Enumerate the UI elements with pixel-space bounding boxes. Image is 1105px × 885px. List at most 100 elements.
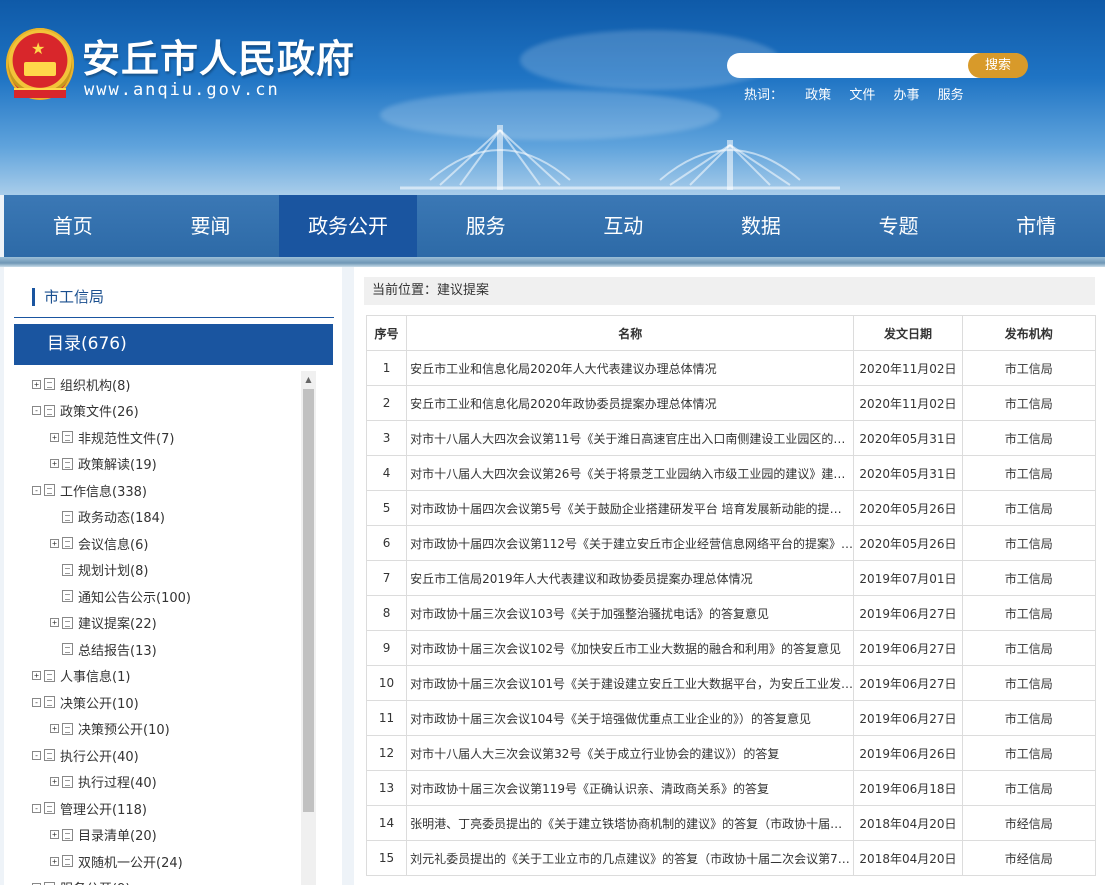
catalog-header[interactable]: 目录(676): [14, 324, 333, 365]
document-title-link[interactable]: 对市十八届人大三次会议第32号《关于成立行业协会的建议》）的答复: [406, 735, 855, 771]
tree-item-label[interactable]: 会议信息(6): [78, 534, 148, 553]
tree-item[interactable]: 总结报告(13): [14, 636, 310, 663]
nav-item-services[interactable]: 服务: [417, 195, 555, 257]
tree-item-label[interactable]: 通知公告公示(100): [78, 587, 191, 606]
document-title-link[interactable]: 刘元礼委员提出的《关于工业立市的几点建议》的答复（市政协十届二次会议第7号）: [406, 840, 855, 876]
nav-item-city-info[interactable]: 市情: [967, 195, 1105, 257]
hot-word-link[interactable]: 办事: [893, 88, 919, 103]
nav-item-data[interactable]: 数据: [692, 195, 830, 257]
tree-item-label[interactable]: 规划计划(8): [78, 560, 148, 579]
tree-item[interactable]: 规划计划(8): [14, 557, 310, 584]
tree-item-label[interactable]: 决策预公开(10): [78, 719, 170, 738]
scroll-thumb[interactable]: [303, 389, 314, 812]
document-title-link[interactable]: 对市政协十届三次会议104号《关于培强做优重点工业企业的》）的答复意见: [406, 700, 855, 736]
tree-item-label[interactable]: 目录清单(20): [78, 825, 157, 844]
tree-item[interactable]: + 执行过程(40): [14, 769, 310, 796]
tree-item[interactable]: - 工作信息(338): [14, 477, 310, 504]
tree-item-label[interactable]: 决策公开(10): [60, 693, 139, 712]
publish-date: 2020年05月31日: [853, 420, 963, 456]
tree-item-label[interactable]: 非规范性文件(7): [78, 428, 174, 447]
tree-item[interactable]: + 双随机一公开(24): [14, 848, 310, 875]
row-index: 14: [365, 805, 408, 841]
tree-item-label[interactable]: 人事信息(1): [60, 666, 130, 685]
tree-item-label[interactable]: 双随机一公开(24): [78, 852, 183, 871]
tree-item[interactable]: 政务动态(184): [14, 504, 310, 531]
publish-date: 2019年06月27日: [853, 665, 963, 701]
hot-word-link[interactable]: 文件: [849, 88, 875, 103]
tree-item-label[interactable]: 组织机构(8): [60, 375, 130, 394]
expand-icon[interactable]: +: [32, 671, 41, 681]
tree-item[interactable]: 通知公告公示(100): [14, 583, 310, 610]
tree-item[interactable]: - 决策公开(10): [14, 689, 310, 716]
document-title-link[interactable]: 对市政协十届四次会议第5号《关于鼓励企业搭建研发平台 培育发展新动能的提案》的答…: [406, 490, 855, 526]
expand-icon[interactable]: +: [50, 459, 59, 469]
tree-item[interactable]: + 组织机构(8): [14, 371, 310, 398]
hot-word-link[interactable]: 政策: [805, 88, 831, 103]
collapse-icon[interactable]: -: [32, 803, 41, 813]
nav-item-topics[interactable]: 专题: [830, 195, 968, 257]
tree-item[interactable]: + 会议信息(6): [14, 530, 310, 557]
collapse-icon[interactable]: -: [32, 697, 41, 707]
publish-date: 2019年06月27日: [853, 595, 963, 631]
document-title-link[interactable]: 对市政协十届三次会议101号《关于建设建立安丘工业大数据平台，为安丘工业发展服务…: [406, 665, 855, 701]
collapse-icon[interactable]: -: [32, 406, 41, 416]
expand-icon[interactable]: +: [32, 379, 41, 389]
tree-item-label[interactable]: 执行公开(40): [60, 746, 139, 765]
tree-item[interactable]: - 管理公开(118): [14, 795, 310, 822]
tree-item[interactable]: - 政策文件(26): [14, 398, 310, 425]
tree-item[interactable]: + 建议提案(22): [14, 610, 310, 637]
tree-item[interactable]: + 决策预公开(10): [14, 716, 310, 743]
header-banner: ★ 安丘市人民政府 www.anqiu.gov.cn 搜索 热词： 政策 文件 …: [0, 0, 1105, 195]
document-title-link[interactable]: 对市政协十届四次会议第112号《关于建立安丘市企业经营信息网络平台的提案》的答复: [406, 525, 855, 561]
tree-item[interactable]: + 非规范性文件(7): [14, 424, 310, 451]
expand-icon[interactable]: +: [50, 724, 59, 734]
expand-icon[interactable]: +: [50, 538, 59, 548]
expand-icon[interactable]: +: [50, 830, 59, 840]
document-title-link[interactable]: 对市十八届人大四次会议第26号《关于将景芝工业园纳入市级工业园的建议》建议的答复: [406, 455, 855, 491]
document-title-link[interactable]: 对市政协十届三次会议102号《加快安丘市工业大数据的融合和利用》的答复意见: [406, 630, 855, 666]
nav-item-gov-affairs[interactable]: 政务公开: [279, 195, 417, 257]
nav-item-home[interactable]: 首页: [4, 195, 142, 257]
collapse-icon[interactable]: -: [32, 485, 41, 495]
tree-item-label[interactable]: 建议提案(22): [78, 613, 157, 632]
tree-item-label[interactable]: 政务动态(184): [78, 507, 165, 526]
tree-item-label[interactable]: 管理公开(118): [60, 799, 147, 818]
tree-item[interactable]: -服务公开(9): [14, 875, 310, 885]
document-title-link[interactable]: 安丘市工信局2019年人大代表建议和政协委员提案办理总体情况: [406, 560, 855, 596]
search-input[interactable]: [739, 53, 974, 78]
tree-item-label[interactable]: 政策解读(19): [78, 454, 157, 473]
tree-item-label[interactable]: 工作信息(338): [60, 481, 147, 500]
hot-word-link[interactable]: 服务: [938, 88, 964, 103]
table-row: 3对市十八届人大四次会议第11号《关于潍日高速官庄出入口南侧建设工业园区的建议》…: [365, 420, 1097, 456]
expand-icon[interactable]: +: [50, 856, 59, 866]
tree-item-label[interactable]: 总结报告(13): [78, 640, 157, 659]
expand-icon[interactable]: +: [50, 618, 59, 628]
tree-item-label[interactable]: 政策文件(26): [60, 401, 139, 420]
tree-item-label[interactable]: 服务公开(9): [60, 878, 130, 885]
breadcrumb: 当前位置：建议提案: [364, 277, 1095, 305]
expand-icon[interactable]: +: [50, 432, 59, 442]
document-title-link[interactable]: 张明港、丁亮委员提出的《关于建立铁塔协商机制的建议》的答复（市政协十届二次会议第…: [406, 805, 855, 841]
document-title-link[interactable]: 对市政协十届三次会议第119号《正确认识亲、清政商关系》的答复: [406, 770, 855, 806]
document-title-link[interactable]: 对市十八届人大四次会议第11号《关于潍日高速官庄出入口南侧建设工业园区的建议》的…: [406, 420, 855, 456]
tree-item[interactable]: + 人事信息(1): [14, 663, 310, 690]
tree-item[interactable]: - 执行公开(40): [14, 742, 310, 769]
national-emblem-icon: ★: [6, 28, 74, 100]
tree-scrollbar[interactable]: ▲: [301, 371, 316, 885]
tree-item-label[interactable]: 执行过程(40): [78, 772, 157, 791]
expand-icon[interactable]: +: [50, 777, 59, 787]
search-button[interactable]: 搜索: [968, 53, 1028, 78]
publisher: 市工信局: [961, 665, 1097, 701]
nav-item-news[interactable]: 要闻: [142, 195, 280, 257]
tree-item[interactable]: + 政策解读(19): [14, 451, 310, 478]
scroll-up-arrow-icon[interactable]: ▲: [301, 371, 316, 388]
publish-date: 2019年06月27日: [853, 630, 963, 666]
department-title[interactable]: 市工信局: [32, 288, 104, 306]
document-title-link[interactable]: 安丘市工业和信息化局2020年政协委员提案办理总体情况: [406, 385, 855, 421]
document-title-link[interactable]: 对市政协十届三次会议103号《关于加强整治骚扰电话》的答复意见: [406, 595, 855, 631]
publisher: 市工信局: [961, 420, 1097, 456]
tree-item[interactable]: + 目录清单(20): [14, 822, 310, 849]
nav-item-interaction[interactable]: 互动: [555, 195, 693, 257]
document-title-link[interactable]: 安丘市工业和信息化局2020年人大代表建议办理总体情况: [406, 350, 855, 386]
collapse-icon[interactable]: -: [32, 750, 41, 760]
